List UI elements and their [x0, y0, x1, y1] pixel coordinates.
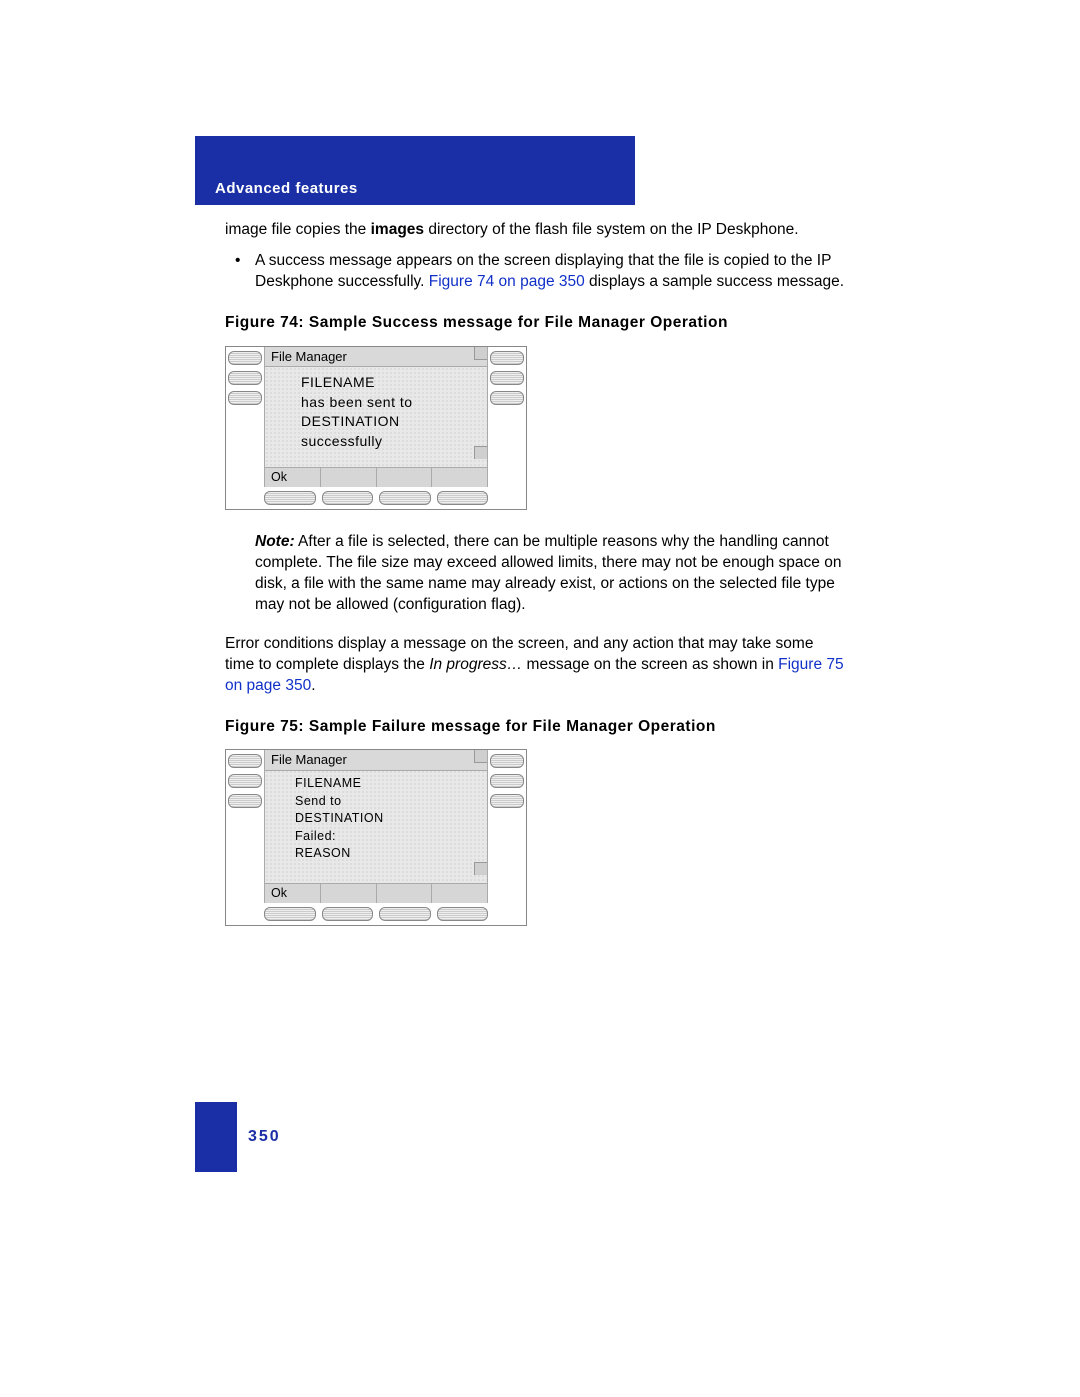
note-block: Note: After a file is selected, there ca…: [255, 532, 845, 616]
bullet-body: A success message appears on the screen …: [255, 251, 845, 293]
side-key-icon: [490, 754, 524, 768]
note-body: After a file is selected, there can be m…: [255, 533, 841, 613]
scroll-down-icon: [474, 862, 487, 875]
softkey-empty: [432, 884, 487, 903]
left-side-keys: [226, 750, 264, 902]
right-side-keys: [488, 347, 526, 487]
hard-key-icon: [437, 907, 489, 921]
hard-key-icon: [322, 491, 374, 505]
side-key-icon: [228, 371, 262, 385]
header-block: Advanced features: [195, 136, 635, 205]
figure-75-caption: Figure 75: Sample Failure message for Fi…: [225, 717, 845, 738]
note-label: Note:: [255, 533, 295, 550]
side-key-icon: [228, 794, 262, 808]
side-key-icon: [490, 391, 524, 405]
side-key-icon: [228, 754, 262, 768]
softkey-empty: [321, 468, 377, 487]
lcd-screen: File Manager FILENAME Send to DESTINATIO…: [264, 750, 488, 902]
hard-key-icon: [379, 491, 431, 505]
side-key-icon: [490, 794, 524, 808]
figure-75-image: File Manager FILENAME Send to DESTINATIO…: [225, 749, 527, 925]
scroll-up-icon: [474, 347, 487, 360]
softkey-empty: [377, 468, 433, 487]
intro-text-post: directory of the flash file system on th…: [424, 221, 799, 238]
error-post: .: [311, 677, 315, 694]
hard-key-icon: [322, 907, 374, 921]
right-side-keys: [488, 750, 526, 902]
scroll-down-icon: [474, 446, 487, 459]
lcd-title: File Manager: [265, 750, 487, 771]
lcd-line: DESTINATION: [295, 810, 463, 828]
error-paragraph: Error conditions display a message on th…: [225, 634, 845, 697]
bullet-post: displays a sample success message.: [585, 273, 844, 290]
hard-key-icon: [437, 491, 489, 505]
figure-74-caption: Figure 74: Sample Success message for Fi…: [225, 313, 845, 334]
hard-key-icon: [379, 907, 431, 921]
page-content: image file copies the images directory o…: [225, 220, 845, 944]
bottom-hard-keys: [226, 487, 526, 509]
lcd-title: File Manager: [265, 347, 487, 368]
document-page: Advanced features image file copies the …: [0, 0, 1080, 1397]
side-key-icon: [490, 351, 524, 365]
bullet-item: • A success message appears on the scree…: [235, 251, 845, 293]
lcd-body: FILENAME Send to DESTINATION Failed: REA…: [265, 771, 487, 883]
bottom-hard-keys: [226, 903, 526, 925]
lcd-line: Send to: [295, 793, 463, 811]
softkey-ok: Ok: [265, 884, 321, 903]
side-key-icon: [490, 371, 524, 385]
side-key-icon: [228, 351, 262, 365]
lcd-line: FILENAME: [301, 373, 459, 393]
intro-text-pre: image file copies the: [225, 221, 371, 238]
lcd-line: has been sent to: [301, 393, 459, 413]
softkey-ok: Ok: [265, 468, 321, 487]
bullet-dot-icon: •: [235, 251, 255, 293]
error-italic: In progress…: [429, 656, 522, 673]
softkey-bar: Ok: [265, 883, 487, 903]
lcd-body: FILENAME has been sent to DESTINATION su…: [265, 367, 487, 467]
figure-74-image: File Manager FILENAME has been sent to D…: [225, 346, 527, 510]
error-mid: message on the screen as shown in: [522, 656, 778, 673]
softkey-bar: Ok: [265, 467, 487, 487]
intro-paragraph: image file copies the images directory o…: [225, 220, 845, 241]
lcd-line: DESTINATION: [301, 412, 459, 432]
softkey-empty: [377, 884, 433, 903]
hard-key-icon: [264, 491, 316, 505]
lcd-line: REASON: [295, 845, 463, 863]
footer-blue-bar: [195, 1102, 237, 1172]
scroll-up-icon: [474, 750, 487, 763]
lcd-screen: File Manager FILENAME has been sent to D…: [264, 347, 488, 487]
hard-key-icon: [264, 907, 316, 921]
side-key-icon: [228, 391, 262, 405]
left-side-keys: [226, 347, 264, 487]
intro-text-bold: images: [371, 221, 424, 238]
lcd-line: successfully: [301, 432, 459, 452]
softkey-empty: [432, 468, 487, 487]
softkey-empty: [321, 884, 377, 903]
side-key-icon: [228, 774, 262, 788]
lcd-line: Failed:: [295, 828, 463, 846]
side-key-icon: [490, 774, 524, 788]
lcd-line: FILENAME: [295, 775, 463, 793]
section-title: Advanced features: [215, 180, 635, 197]
page-number: 350: [248, 1128, 281, 1146]
figure-74-link[interactable]: Figure 74 on page 350: [429, 273, 585, 290]
